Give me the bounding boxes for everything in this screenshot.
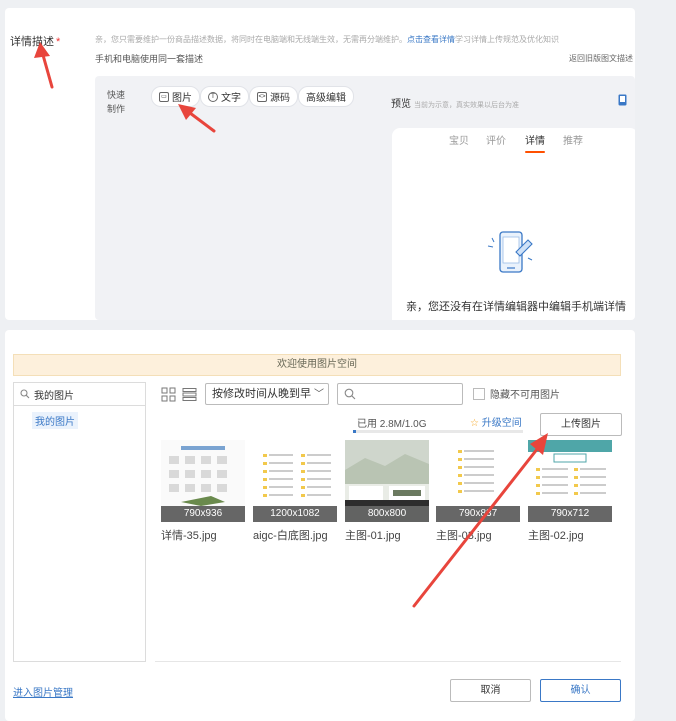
detail-field-label: 详情描述 * [10,33,60,49]
grid-view-icon[interactable] [161,387,176,402]
preview-tab-recommend[interactable]: 推荐 [563,132,583,147]
image-filename: aigc-白底图.jpg [253,530,328,542]
image-space-dialog: 欢迎使用图片空间 我的图片 我的图片 按修改时间从晚到早 ﹀ 隐藏不可用图片 已… [5,330,635,721]
mobile-view-icon[interactable] [618,94,627,106]
text-icon: T [208,91,218,102]
preview-tab-review[interactable]: 评价 [486,132,506,147]
storage-usage-bar [353,430,523,433]
image-thumbnail[interactable]: 790x712 [528,440,612,522]
insert-text-label: 文字 [221,93,241,104]
welcome-banner: 欢迎使用图片空间 [13,354,621,376]
mobile-preview: 宝贝 评价 详情 推荐 亲，您还没有在详情编辑器中编辑手机端详情 [392,128,635,320]
empty-state-text: 亲，您还没有在详情编辑器中编辑手机端详情 [406,301,626,313]
search-icon [344,388,356,400]
source-code-button[interactable]: <> 源码 [249,86,298,107]
hint-prefix: 亲，您只需要维护一份商品描述数据，将同时在电脑端和无线端生效，无需再分端维护。 [95,35,407,44]
advanced-edit-label: 高级编辑 [306,93,346,104]
preview-label: 预览 当前为示意，真实效果以后台为准 [391,95,519,110]
detail-editor-panel: 详情描述 * 亲，您只需要维护一份商品描述数据，将同时在电脑端和无线端生效，无需再… [5,8,635,320]
storage-usage-fill [353,430,357,433]
preview-tab-detail[interactable]: 详情 [525,132,545,147]
image-thumbnail[interactable]: 1200x1082 [253,440,337,522]
confirm-button[interactable]: 确认 [540,679,621,702]
list-view-icon[interactable] [182,387,197,402]
required-mark: * [56,36,61,48]
image-manage-link[interactable]: 进入图片管理 [13,684,73,699]
image-dimensions: 800x800 [345,506,429,522]
search-icon [20,389,30,399]
same-description-label: 手机和电脑使用同一套描述 [95,54,204,64]
detail-field-label-text: 详情描述 [10,36,54,48]
active-tab-indicator [525,151,545,153]
image-dimensions: 790x936 [161,506,245,522]
folder-item-my-images[interactable]: 我的图片 [32,412,78,429]
image-thumbnail[interactable]: 790x837 [436,440,520,522]
hide-unavailable-toggle[interactable]: 隐藏不可用图片 [473,386,560,401]
storage-usage-text: 已用 2.8M/1.0G [357,419,427,430]
preview-label-text: 预览 [391,99,411,110]
star-icon: ☆ [470,418,479,429]
preview-note: 当前为示意，真实效果以后台为准 [414,102,519,109]
quick-make-label: 快速制作 [107,90,126,114]
hint-link[interactable]: 点击查看详情 [407,35,455,44]
code-icon: <> [257,91,267,102]
upload-image-button[interactable]: 上传图片 [540,413,622,436]
image-search-input[interactable] [337,383,463,405]
cancel-button[interactable]: 取消 [450,679,531,702]
insert-text-button[interactable]: T 文字 [200,86,249,107]
image-filename: 主图-02.jpg [528,530,584,542]
image-dimensions: 1200x1082 [253,506,337,522]
insert-image-button[interactable]: ▭ 图片 [151,86,200,107]
description-editor: 快速制作 ▭ 图片 T 文字 <> 源码 高级编辑 预览 当前为示意，真实效果以后… [95,76,635,320]
upgrade-storage-link[interactable]: ☆ 升级空间 [470,414,522,429]
image-thumbnail[interactable]: 790x936 [161,440,245,522]
folder-search[interactable]: 我的图片 [14,383,145,406]
image-icon: ▭ [159,91,169,102]
image-filename: 主图-01.jpg [345,530,401,542]
chevron-down-icon: ﹀ [314,389,324,400]
sort-select[interactable]: 按修改时间从晚到早 ﹀ [205,383,329,405]
image-thumbnail[interactable]: 800x800 [345,440,429,522]
back-to-old-version-link[interactable]: 返回旧版图文描述 [569,53,633,64]
insert-image-label: 图片 [172,93,192,104]
hint-suffix: 学习详情上传规范及优化知识 [455,35,559,44]
detail-hint: 亲，您只需要维护一份商品描述数据，将同时在电脑端和无线端生效，无需再分端维护。点… [95,34,559,45]
sort-select-value: 按修改时间从晚到早 [212,388,311,400]
advanced-edit-button[interactable]: 高级编辑 [298,86,354,107]
image-dimensions: 790x837 [436,506,520,522]
image-filename: 主图-03.jpg [436,530,492,542]
preview-tab-baobei[interactable]: 宝贝 [449,132,469,147]
folder-search-value: 我的图片 [34,390,74,402]
folder-sidebar: 我的图片 我的图片 [13,382,146,662]
image-dimensions: 790x712 [528,506,612,522]
empty-phone-illustration-icon [487,231,533,273]
source-code-label: 源码 [270,93,290,104]
hide-unavailable-checkbox[interactable] [473,387,485,400]
footer-divider [155,661,621,662]
hide-unavailable-label: 隐藏不可用图片 [490,390,560,401]
image-filename: 详情-35.jpg [161,530,217,542]
upgrade-storage-label: 升级空间 [481,418,522,429]
